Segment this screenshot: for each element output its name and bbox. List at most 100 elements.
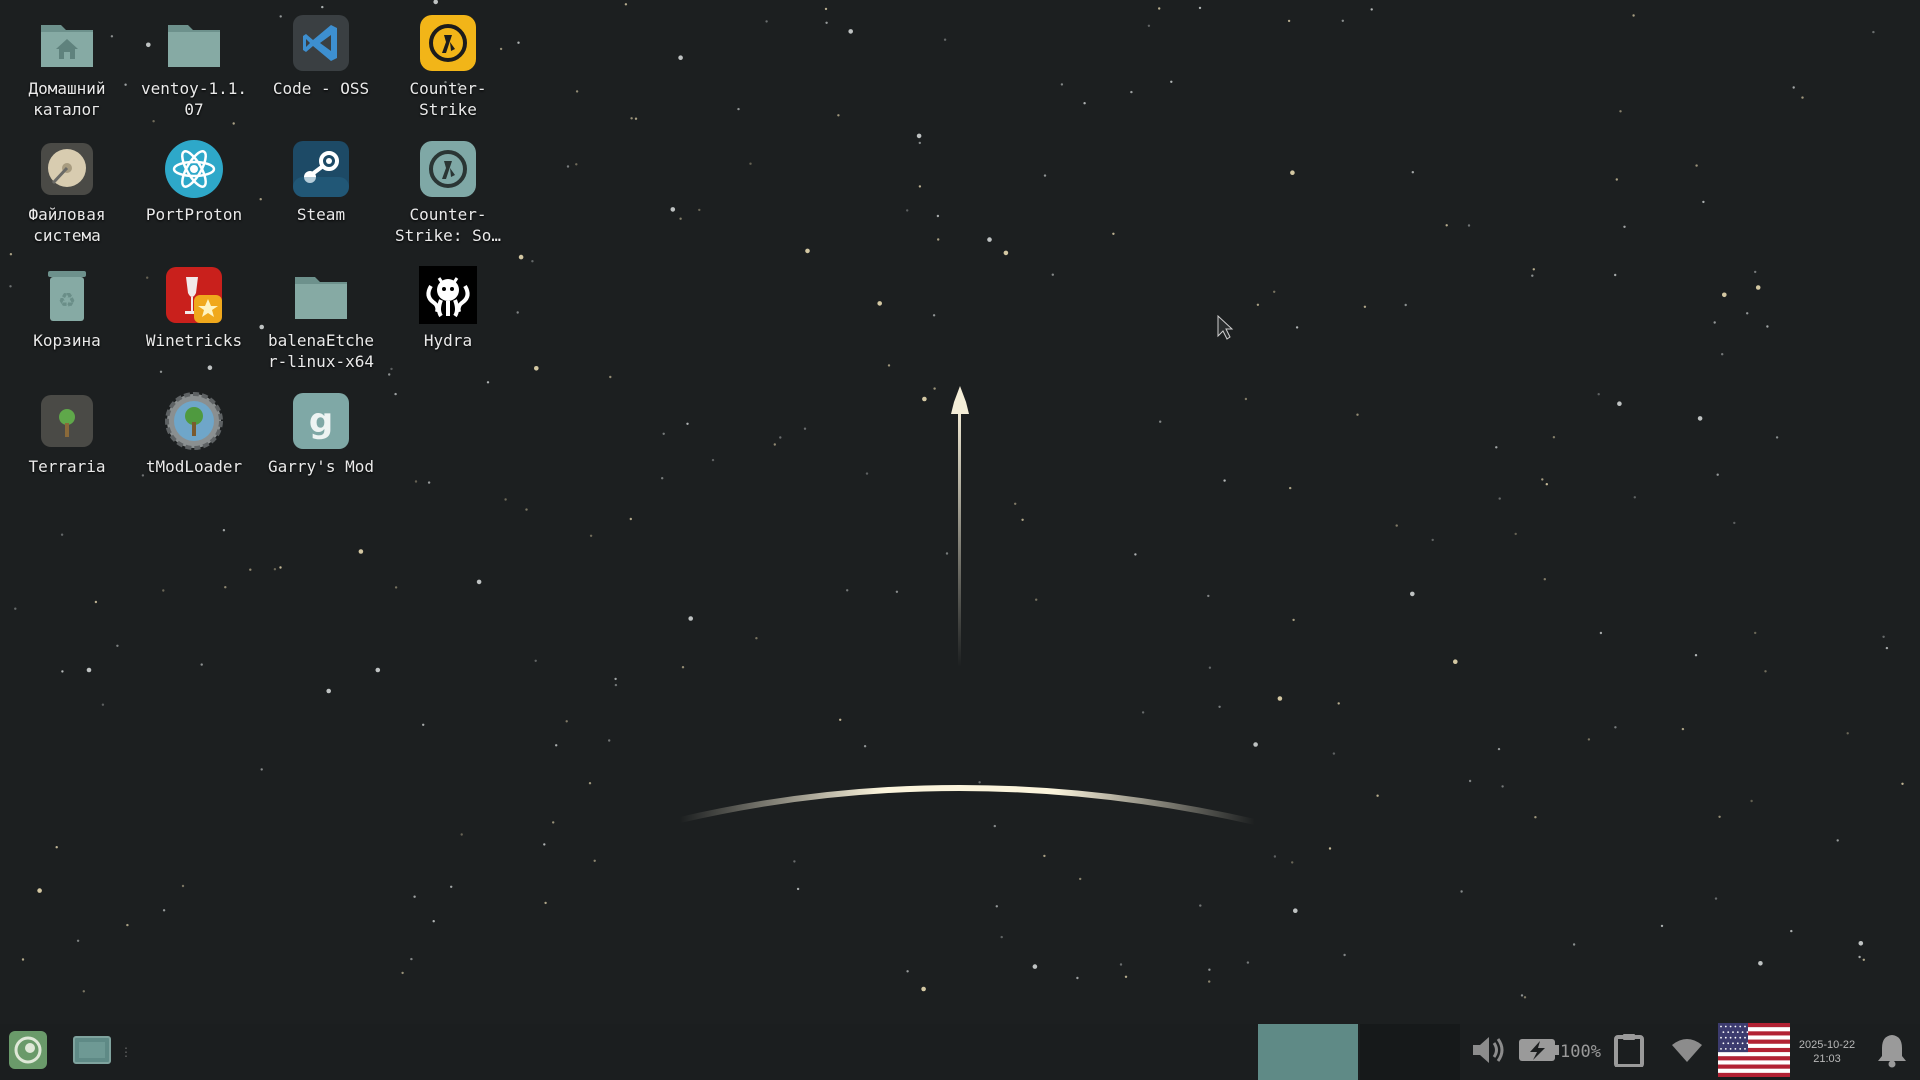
- star: [614, 683, 618, 687]
- desktop-icon-portproton[interactable]: PortProton: [131, 138, 257, 264]
- star: [824, 7, 828, 11]
- star: [609, 375, 612, 379]
- star: [1572, 943, 1576, 946]
- star: [1291, 861, 1294, 864]
- star: [1846, 732, 1849, 735]
- star: [279, 566, 282, 569]
- task-window-active[interactable]: [1258, 1024, 1358, 1080]
- star: [937, 238, 940, 241]
- battery-indicator[interactable]: 100%: [1518, 1024, 1602, 1080]
- star: [460, 833, 463, 836]
- desktop-icon-filesystem[interactable]: Файловая система: [4, 138, 130, 264]
- us-flag-icon: [1718, 1023, 1790, 1080]
- star: [534, 366, 539, 371]
- star: [1376, 794, 1379, 797]
- counter-strike-source-icon: [419, 140, 477, 198]
- star: [1112, 232, 1115, 235]
- desktop-icon-counter-strike[interactable]: Counter- Strike: [385, 12, 511, 138]
- star: [1697, 416, 1703, 421]
- desktop-icon-trash[interactable]: ♻ Корзина: [4, 264, 130, 390]
- desktop-icon-tmodloader[interactable]: tModLoader: [131, 390, 257, 516]
- desktop-icon-hydra[interactable]: Hydra: [385, 264, 511, 390]
- star: [916, 133, 922, 139]
- desktop-icon-counter-strike-source[interactable]: Counter- Strike: So…: [385, 138, 511, 264]
- battery-percent: 100%: [1560, 1042, 1601, 1062]
- star: [1552, 436, 1556, 439]
- desktop-icon-balenaetcher[interactable]: balenaEtche r-linux-x64: [258, 264, 384, 390]
- star: [803, 427, 807, 430]
- panel-handle[interactable]: ⋮: [120, 1024, 132, 1080]
- show-desktop-button[interactable]: [72, 1024, 112, 1080]
- star: [1043, 854, 1046, 858]
- star: [358, 549, 364, 554]
- star: [1872, 30, 1875, 34]
- star: [1497, 747, 1501, 751]
- star: [21, 958, 25, 961]
- star: [565, 720, 568, 723]
- star: [1790, 929, 1793, 933]
- star: [688, 616, 693, 621]
- star: [1836, 839, 1839, 842]
- star: [321, 5, 324, 9]
- star: [1277, 696, 1283, 701]
- clock[interactable]: 2025-10-22 21:03: [1794, 1024, 1860, 1080]
- wifi-button[interactable]: [1668, 1024, 1706, 1080]
- star: [1501, 785, 1504, 788]
- star: [1694, 654, 1698, 657]
- star: [933, 387, 936, 390]
- star: [1617, 401, 1622, 407]
- volume-button[interactable]: [1466, 1024, 1508, 1080]
- star: [1523, 996, 1527, 999]
- star: [1660, 924, 1664, 928]
- star: [1714, 897, 1718, 900]
- star: [249, 568, 252, 571]
- clock-time: 21:03: [1813, 1053, 1841, 1065]
- desktop-icon-ventoy[interactable]: ventoy-1.1. 07: [131, 12, 257, 138]
- star: [1079, 877, 1082, 881]
- star: [825, 21, 828, 24]
- star: [1410, 591, 1415, 597]
- star: [1124, 975, 1128, 978]
- taskbar: ⋮ 100% 2025-10-22 21:03: [0, 1023, 1920, 1080]
- desktop-icon-home[interactable]: Домашний каталог: [4, 12, 130, 138]
- star: [755, 637, 758, 640]
- star: [1083, 102, 1086, 105]
- star: [1681, 727, 1685, 731]
- star: [575, 163, 578, 166]
- star: [1035, 598, 1038, 601]
- star: [848, 29, 853, 34]
- star: [662, 432, 665, 435]
- keyboard-layout-button[interactable]: [1718, 1023, 1790, 1080]
- clipboard-button[interactable]: [1610, 1024, 1648, 1080]
- star: [162, 589, 165, 592]
- star: [555, 744, 558, 747]
- star: [1632, 14, 1635, 17]
- star: [1287, 19, 1291, 23]
- star: [1733, 521, 1736, 525]
- star: [1713, 321, 1716, 324]
- hydra-icon: [419, 266, 477, 324]
- star: [906, 209, 909, 212]
- desktop-icon-code-oss[interactable]: Code - OSS: [258, 12, 384, 138]
- star: [1000, 935, 1003, 939]
- notifications-button[interactable]: [1872, 1024, 1912, 1080]
- star: [1722, 292, 1727, 298]
- bell-icon: [1876, 1032, 1908, 1072]
- star: [906, 970, 909, 973]
- desktop-icon-garrys-mod[interactable]: g Garry's Mod: [258, 390, 384, 516]
- hard-disk-icon: [38, 140, 96, 198]
- desktop-icon-steam[interactable]: Steam: [258, 138, 384, 264]
- desktop-icon-winetricks[interactable]: Winetricks: [131, 264, 257, 390]
- star: [1289, 486, 1292, 490]
- desktop-icon-terraria[interactable]: Terraria: [4, 390, 130, 516]
- star: [589, 534, 593, 537]
- task-window[interactable]: [1360, 1024, 1460, 1080]
- star: [1520, 994, 1524, 997]
- star: [1337, 702, 1340, 705]
- star: [1431, 538, 1434, 542]
- star: [1619, 110, 1622, 113]
- star: [698, 208, 701, 212]
- icon-label: tModLoader: [145, 457, 243, 476]
- start-menu-button[interactable]: [8, 1024, 48, 1080]
- star: [504, 498, 507, 501]
